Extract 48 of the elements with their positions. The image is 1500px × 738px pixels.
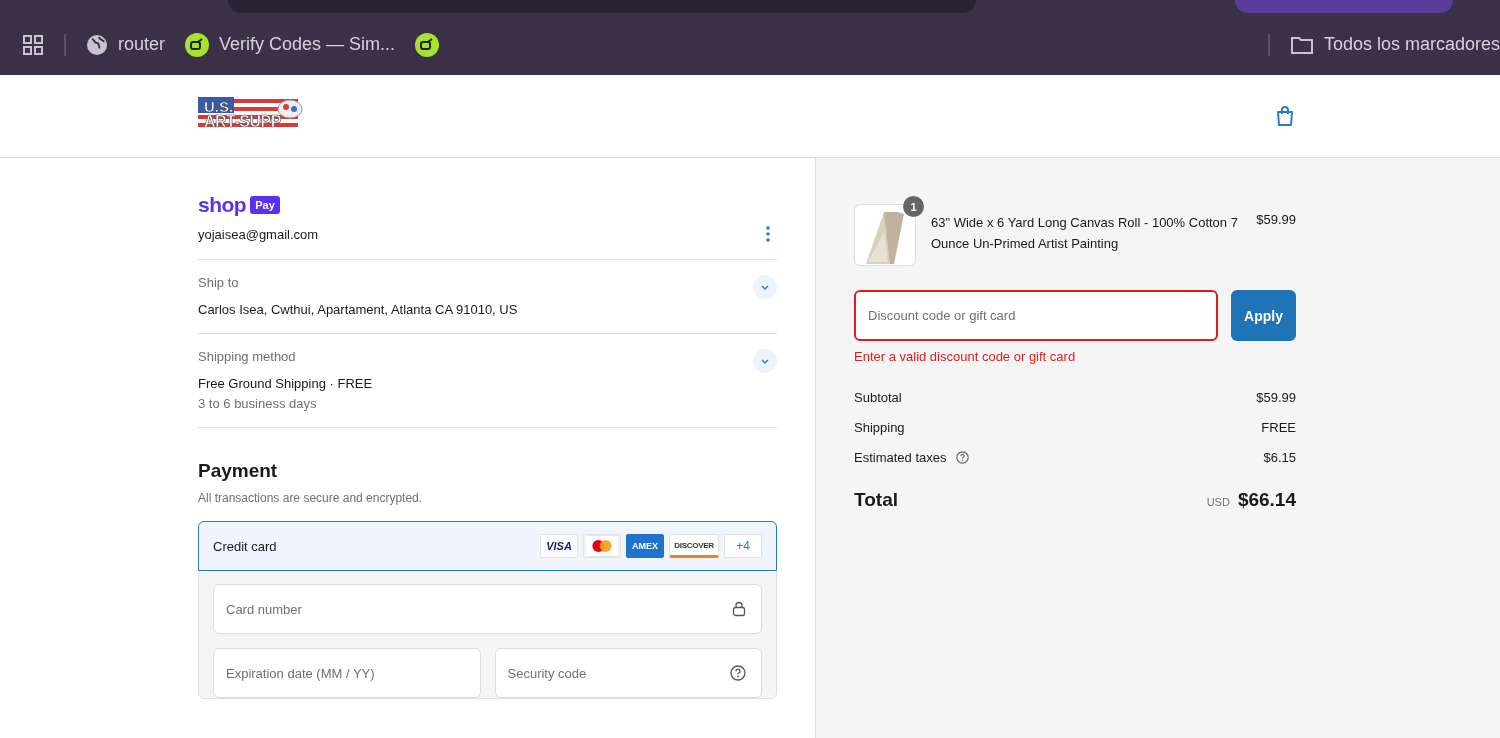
bookmark[interactable]: router <box>86 33 166 56</box>
section-detail: 3 to 6 business days <box>198 396 318 411</box>
amex-logo: AMEX <box>626 534 664 558</box>
total-label: Total <box>854 489 898 511</box>
shopping-bag-icon[interactable] <box>1275 105 1295 127</box>
section-value: Free Ground Shipping · FREE <box>198 376 373 391</box>
summary-label: Subtotal <box>854 390 902 405</box>
more-options-icon[interactable] <box>765 225 771 243</box>
section-label: Ship to <box>198 275 240 290</box>
all-bookmarks-folder[interactable]: Todos los marcadores <box>1289 34 1500 55</box>
summary-label: Shipping <box>854 420 905 435</box>
card-input-field[interactable]: Card number <box>213 584 762 634</box>
extension-icon <box>415 32 440 57</box>
mastercard-logo <box>583 534 621 558</box>
shop-pay-wordmark: shop <box>198 194 247 216</box>
pay-badge: Pay <box>250 196 280 214</box>
summary-label: Estimated taxes <box>854 450 947 465</box>
discover-logo: DISCOVER <box>669 534 719 558</box>
product-price: $59.99 <box>1256 212 1296 227</box>
total-amount: $66.14 <box>1237 489 1296 511</box>
bookmark[interactable]: Verify Codes — Sim... <box>185 32 396 57</box>
apply-button[interactable]: Apply <box>1231 290 1296 341</box>
folder-icon <box>1289 34 1314 55</box>
bookmark[interactable] <box>415 32 440 57</box>
globe-icon <box>86 33 108 56</box>
account-email: yojaisea@gmail.com <box>198 226 319 242</box>
summary-value: FREE <box>1261 420 1296 435</box>
product-title: 63" Wide x 6 Yard Long Canvas Roll - 100% Cotton 7 Ounce Un-Primed Artist Painting <box>931 214 1239 253</box>
extension-icon <box>185 32 210 57</box>
summary-value: $59.99 <box>1256 390 1296 405</box>
section-label: Shipping method <box>198 349 297 364</box>
more-brands-count: +4 <box>724 534 762 558</box>
payment-heading: Payment <box>198 460 279 482</box>
payment-note: All transactions are secure and encrypted. <box>198 491 424 505</box>
discount-code-field[interactable]: Discount code or gift card <box>854 290 1218 341</box>
help-icon[interactable] <box>730 665 746 681</box>
lock-icon <box>732 601 746 617</box>
apps-grid-icon[interactable] <box>22 33 44 56</box>
credit-card-option[interactable]: Credit card VISA AMEX DISCOVER +4 <box>198 521 777 571</box>
card-input-field[interactable]: Expiration date (MM / YY) <box>213 648 481 698</box>
visa-logo: VISA <box>540 534 578 558</box>
card-input-field[interactable]: Security code <box>494 648 762 698</box>
summary-value: $6.15 <box>1263 450 1296 465</box>
help-icon[interactable] <box>955 451 969 464</box>
error-message: Enter a valid discount code or gift card <box>854 349 1077 364</box>
section-value: Carlos Isea, Cwthui, Apartament, Atlanta CA 91010, US <box>198 302 518 317</box>
quantity-badge: 1 <box>903 196 924 217</box>
currency-code: USD <box>1206 496 1230 508</box>
